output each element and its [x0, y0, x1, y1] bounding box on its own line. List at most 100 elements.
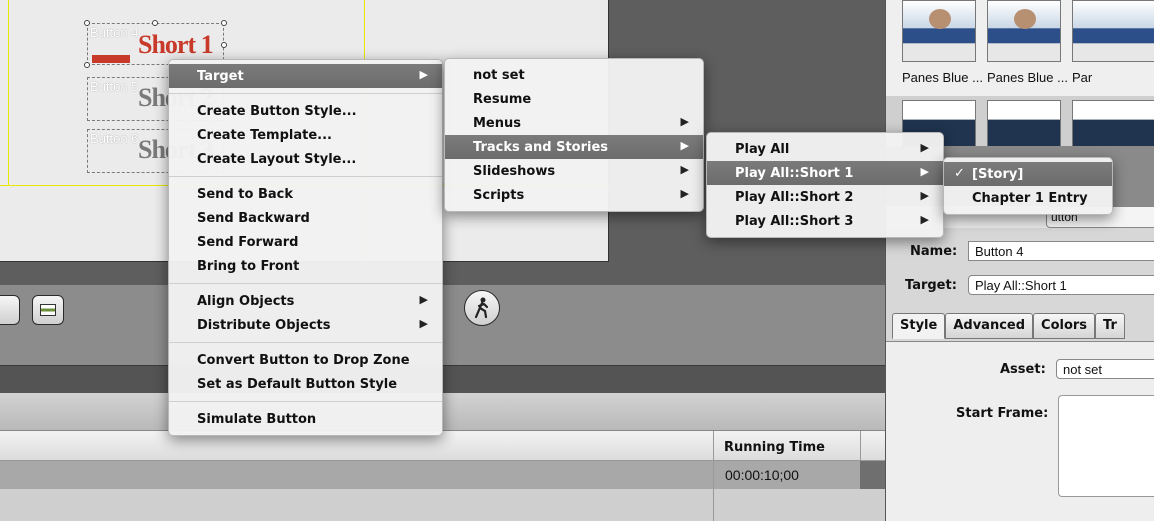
- menu-item-send-to-back[interactable]: Send to Back: [169, 182, 442, 206]
- selection-handle[interactable]: [84, 62, 90, 68]
- menu-item-label: Create Layout Style...: [197, 152, 357, 167]
- menu-item-target[interactable]: Target ▶: [169, 64, 442, 88]
- menu-item-label: Play All: [735, 142, 790, 157]
- layers-button[interactable]: [32, 295, 64, 325]
- menu-item-label: Menus: [473, 116, 522, 131]
- start-frame-well[interactable]: [1058, 395, 1154, 497]
- menu-item-not-set[interactable]: not set: [445, 63, 703, 87]
- menu-item-story[interactable]: ✓ [Story]: [944, 162, 1112, 186]
- running-time-value: 00:00:10;00: [713, 461, 861, 521]
- submenu-arrow-icon: ▶: [920, 141, 929, 154]
- walking-man-icon: [474, 297, 489, 319]
- selection-handle[interactable]: [152, 20, 158, 26]
- menu-item-menus[interactable]: Menus ▶: [445, 111, 703, 135]
- name-label: Name:: [910, 244, 958, 259]
- menu-item-label: Set as Default Button Style: [197, 377, 398, 392]
- menu-item-bring-to-front[interactable]: Bring to Front: [169, 254, 442, 278]
- submenu-arrow-icon: ▶: [680, 187, 689, 200]
- menu-separator: [169, 283, 442, 284]
- template-label: Panes Blue ...: [902, 70, 983, 85]
- short-1-submenu: ✓ [Story] Chapter 1 Entry: [943, 157, 1113, 215]
- submenu-arrow-icon: ▶: [920, 213, 929, 226]
- submenu-arrow-icon: ▶: [419, 293, 428, 306]
- menu-item-create-layout-style[interactable]: Create Layout Style...: [169, 147, 442, 171]
- template-thumbnail[interactable]: [1072, 0, 1154, 62]
- menu-separator: [169, 342, 442, 343]
- menu-item-label: not set: [473, 68, 525, 83]
- templates-palette: Panes Blue ... Panes Blue ... Par: [886, 0, 1154, 96]
- menu-item-label: Play All::Short 2: [735, 190, 854, 205]
- template-thumbnail[interactable]: [987, 0, 1061, 62]
- menu-item-align-objects[interactable]: Align Objects ▶: [169, 289, 442, 313]
- menu-item-label: Chapter 1 Entry: [972, 191, 1088, 206]
- tab-transition[interactable]: Tr: [1095, 313, 1125, 339]
- template-thumbnail[interactable]: [902, 0, 976, 62]
- button-name-label: Button 6: [90, 131, 139, 146]
- menu-item-scripts[interactable]: Scripts ▶: [445, 183, 703, 207]
- menu-item-create-template[interactable]: Create Template...: [169, 123, 442, 147]
- template-label: Panes Blue ...: [987, 70, 1068, 85]
- target-submenu: not set Resume Menus ▶ Tracks and Stories…: [444, 58, 704, 212]
- tab-advanced[interactable]: Advanced: [945, 313, 1034, 339]
- target-label: Target:: [905, 278, 957, 293]
- menu-item-label: Align Objects: [197, 294, 295, 309]
- menu-item-label: Target: [197, 69, 244, 84]
- start-frame-label: Start Frame:: [956, 406, 1049, 421]
- menu-item-label: Send to Back: [197, 187, 293, 202]
- menu-item-distribute-objects[interactable]: Distribute Objects ▶: [169, 313, 442, 337]
- menu-item-label: Scripts: [473, 188, 525, 203]
- menu-item-label: Distribute Objects: [197, 318, 331, 333]
- menu-item-simulate-button[interactable]: Simulate Button: [169, 407, 442, 431]
- menu-item-play-all[interactable]: Play All ▶: [707, 137, 943, 161]
- name-field[interactable]: Button 4: [968, 241, 1154, 261]
- guide-line-vertical: [8, 0, 9, 185]
- menu-item-convert-to-drop-zone[interactable]: Convert Button to Drop Zone: [169, 348, 442, 372]
- selection-handle[interactable]: [221, 42, 227, 48]
- menu-item-label: Tracks and Stories: [473, 140, 609, 155]
- menu-item-label: Send Forward: [197, 235, 299, 250]
- asset-popup[interactable]: not set: [1056, 359, 1154, 379]
- toolbar-button[interactable]: [0, 295, 20, 325]
- menu-item-set-default-button-style[interactable]: Set as Default Button Style: [169, 372, 442, 396]
- menu-item-play-all-short-3[interactable]: Play All::Short 3 ▶: [707, 209, 943, 233]
- button-highlight-mark: [92, 55, 130, 63]
- menu-item-tracks-and-stories[interactable]: Tracks and Stories ▶: [445, 135, 703, 159]
- asset-label: Asset:: [1000, 362, 1046, 377]
- menu-item-label: Create Button Style...: [197, 104, 357, 119]
- menu-item-label: Slideshows: [473, 164, 556, 179]
- submenu-arrow-icon: ▶: [680, 163, 689, 176]
- menu-item-label: Play All::Short 1: [735, 166, 854, 181]
- menu-separator: [169, 176, 442, 177]
- tracks-and-stories-submenu: Play All ▶ Play All::Short 1 ▶ Play All::S…: [706, 132, 944, 238]
- menu-item-send-forward[interactable]: Send Forward: [169, 230, 442, 254]
- menu-item-label: Bring to Front: [197, 259, 300, 274]
- target-popup[interactable]: Play All::Short 1: [968, 275, 1154, 295]
- menu-item-play-all-short-2[interactable]: Play All::Short 2 ▶: [707, 185, 943, 209]
- menu-separator: [169, 93, 442, 94]
- button-name-label: Button 5: [90, 79, 139, 94]
- menu-item-slideshows[interactable]: Slideshows ▶: [445, 159, 703, 183]
- menu-item-label: [Story]: [972, 167, 1024, 182]
- menu-item-label: Convert Button to Drop Zone: [197, 353, 410, 368]
- checkmark-icon: ✓: [954, 166, 965, 181]
- menu-item-label: Resume: [473, 92, 532, 107]
- submenu-arrow-icon: ▶: [419, 317, 428, 330]
- menu-item-label: Simulate Button: [197, 412, 317, 427]
- timeline-header: Running Time: [0, 431, 885, 461]
- running-time-column-header[interactable]: Running Time: [713, 431, 861, 461]
- template-thumbnail[interactable]: [1072, 100, 1154, 148]
- tab-colors[interactable]: Colors: [1033, 313, 1096, 339]
- submenu-arrow-icon: ▶: [920, 165, 929, 178]
- menu-item-send-backward[interactable]: Send Backward: [169, 206, 442, 230]
- template-label: Par: [1072, 70, 1093, 85]
- menu-item-play-all-short-1[interactable]: Play All::Short 1 ▶: [707, 161, 943, 185]
- simulator-button[interactable]: [464, 290, 500, 326]
- layers-icon: [40, 304, 56, 316]
- menu-item-chapter-1-entry[interactable]: Chapter 1 Entry: [944, 186, 1112, 210]
- menu-item-resume[interactable]: Resume: [445, 87, 703, 111]
- selection-handle[interactable]: [221, 20, 227, 26]
- tab-style[interactable]: Style: [892, 313, 946, 339]
- template-thumbnail[interactable]: [987, 100, 1061, 148]
- menu-item-create-button-style[interactable]: Create Button Style...: [169, 99, 442, 123]
- button-text: Short 1: [138, 30, 214, 59]
